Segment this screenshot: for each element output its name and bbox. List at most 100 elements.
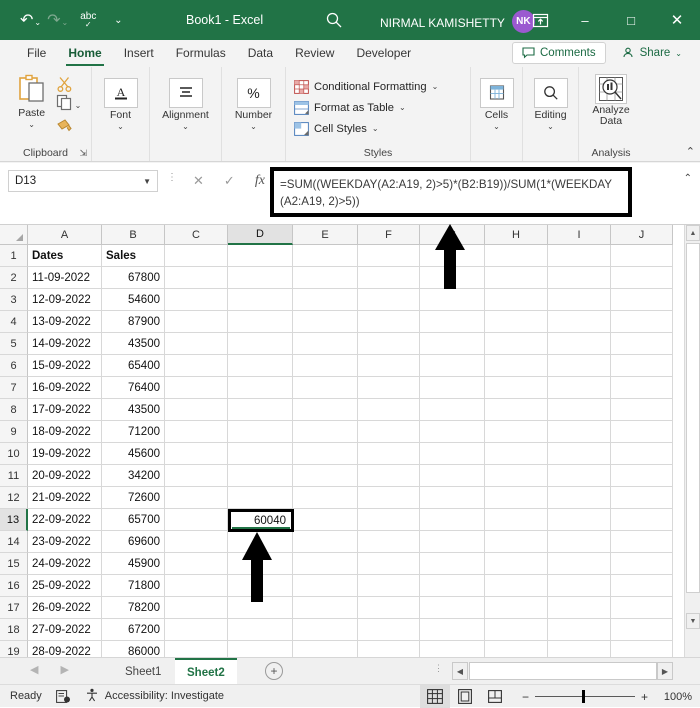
row-header-2[interactable]: 2 (0, 267, 28, 289)
paste-button[interactable]: Paste ⌄ (10, 74, 54, 129)
grid-cell[interactable] (548, 575, 611, 597)
grid-cell[interactable] (165, 465, 228, 487)
scroll-up-icon[interactable]: ▲ (686, 225, 700, 241)
grid-cell[interactable] (611, 531, 673, 553)
grid-cell[interactable] (611, 333, 673, 355)
grid-cell[interactable] (485, 355, 548, 377)
column-header-e[interactable]: E (293, 225, 358, 245)
grid-cell[interactable] (228, 465, 293, 487)
grid-cell[interactable] (358, 509, 420, 531)
number-button[interactable]: % Number ⌄ (226, 78, 282, 131)
add-sheet-icon[interactable]: + (265, 662, 283, 680)
row-header-5[interactable]: 5 (0, 333, 28, 355)
grid-cell[interactable] (420, 553, 485, 575)
grid-cell[interactable] (293, 289, 358, 311)
cell-a3[interactable]: 12-09-2022 (28, 289, 102, 311)
grid-cell[interactable] (548, 245, 611, 267)
grid-cell[interactable] (548, 465, 611, 487)
grid-cell[interactable] (548, 597, 611, 619)
cell-b5[interactable]: 43500 (102, 333, 165, 355)
grid-cell[interactable] (420, 377, 485, 399)
grid-cell[interactable] (293, 575, 358, 597)
font-button[interactable]: A Font ⌄ (100, 78, 142, 131)
grid-cell[interactable] (358, 619, 420, 641)
grid-cell[interactable] (548, 377, 611, 399)
grid-cell[interactable] (548, 619, 611, 641)
grid-cell[interactable] (165, 487, 228, 509)
grid-cell[interactable] (548, 399, 611, 421)
grid-cell[interactable] (548, 355, 611, 377)
grid-cell[interactable] (358, 487, 420, 509)
zoom-slider-handle[interactable] (581, 690, 586, 703)
search-icon[interactable] (325, 11, 343, 29)
scroll-down-icon[interactable]: ▼ (686, 613, 700, 629)
cell-b12[interactable]: 72600 (102, 487, 165, 509)
row-header-1[interactable]: 1 (0, 245, 28, 267)
grid-cell[interactable] (485, 465, 548, 487)
grid-cell[interactable] (611, 399, 673, 421)
grid-cell[interactable] (420, 575, 485, 597)
grid-cell[interactable] (420, 333, 485, 355)
tab-review[interactable]: Review (284, 40, 345, 67)
grid-cell[interactable] (228, 289, 293, 311)
grid-cell[interactable] (358, 311, 420, 333)
grid-cell[interactable] (165, 421, 228, 443)
chevron-down-icon[interactable]: ⌄ (493, 123, 500, 131)
cell-a16[interactable]: 25-09-2022 (28, 575, 102, 597)
cell-b4[interactable]: 87900 (102, 311, 165, 333)
cell-b14[interactable]: 69600 (102, 531, 165, 553)
alignment-button[interactable]: Alignment ⌄ (153, 78, 219, 131)
editing-button[interactable]: Editing ⌄ (527, 78, 575, 131)
cell-b11[interactable]: 34200 (102, 465, 165, 487)
row-header-12[interactable]: 12 (0, 487, 28, 509)
grid-cell[interactable] (485, 311, 548, 333)
grid-cell[interactable] (548, 553, 611, 575)
grid-cell[interactable] (548, 487, 611, 509)
cell-b9[interactable]: 71200 (102, 421, 165, 443)
chevron-down-icon[interactable]: ⌄ (182, 123, 189, 131)
grid-cell[interactable] (165, 597, 228, 619)
grid-cell[interactable] (420, 289, 485, 311)
tab-split-handle[interactable]: ⋮ (434, 664, 443, 673)
grid-cell[interactable] (165, 509, 228, 531)
format-painter-icon[interactable] (56, 117, 82, 139)
cell-b6[interactable]: 65400 (102, 355, 165, 377)
cell-b2[interactable]: 67800 (102, 267, 165, 289)
row-header-14[interactable]: 14 (0, 531, 28, 553)
grid-cell[interactable] (165, 575, 228, 597)
tab-file[interactable]: File (16, 40, 57, 67)
grid-cell[interactable] (420, 531, 485, 553)
row-header-18[interactable]: 18 (0, 619, 28, 641)
sheet-tab-sheet2[interactable]: Sheet2 (175, 658, 237, 685)
cell-a8[interactable]: 17-09-2022 (28, 399, 102, 421)
grid-cell[interactable] (293, 531, 358, 553)
share-button[interactable]: Share ⌄ (612, 42, 692, 64)
cell-a9[interactable]: 18-09-2022 (28, 421, 102, 443)
grid-cell[interactable] (611, 245, 673, 267)
grid-cell[interactable] (358, 597, 420, 619)
column-header-b[interactable]: B (102, 225, 165, 245)
cell-a4[interactable]: 13-09-2022 (28, 311, 102, 333)
grid-cell[interactable] (485, 377, 548, 399)
grid-cell[interactable] (228, 399, 293, 421)
column-header-a[interactable]: A (28, 225, 102, 245)
undo-icon[interactable]: ↶ ⌄ (18, 7, 43, 33)
grid-cell[interactable] (293, 267, 358, 289)
cell-a2[interactable]: 11-09-2022 (28, 267, 102, 289)
grid-cell[interactable] (485, 619, 548, 641)
grid-cell[interactable] (293, 443, 358, 465)
conditional-formatting-button[interactable]: Conditional Formatting ⌄ (294, 76, 438, 97)
grid-cell[interactable] (485, 597, 548, 619)
cells-button[interactable]: Cells ⌄ (475, 78, 519, 131)
cell-b1[interactable]: Sales (102, 245, 165, 267)
grid-cell[interactable] (228, 443, 293, 465)
cell-b13[interactable]: 65700 (102, 509, 165, 531)
grid-cell[interactable] (420, 597, 485, 619)
grid-cell[interactable] (293, 553, 358, 575)
grid-cell[interactable] (293, 509, 358, 531)
expand-formula-bar-icon[interactable]: ⌃ (684, 173, 692, 184)
user-account[interactable]: NIRMAL KAMISHETTY NK (380, 10, 535, 34)
grid-cell[interactable] (358, 443, 420, 465)
selected-cell-d13[interactable]: 60040 (228, 509, 294, 532)
column-header-i[interactable]: I (548, 225, 611, 245)
